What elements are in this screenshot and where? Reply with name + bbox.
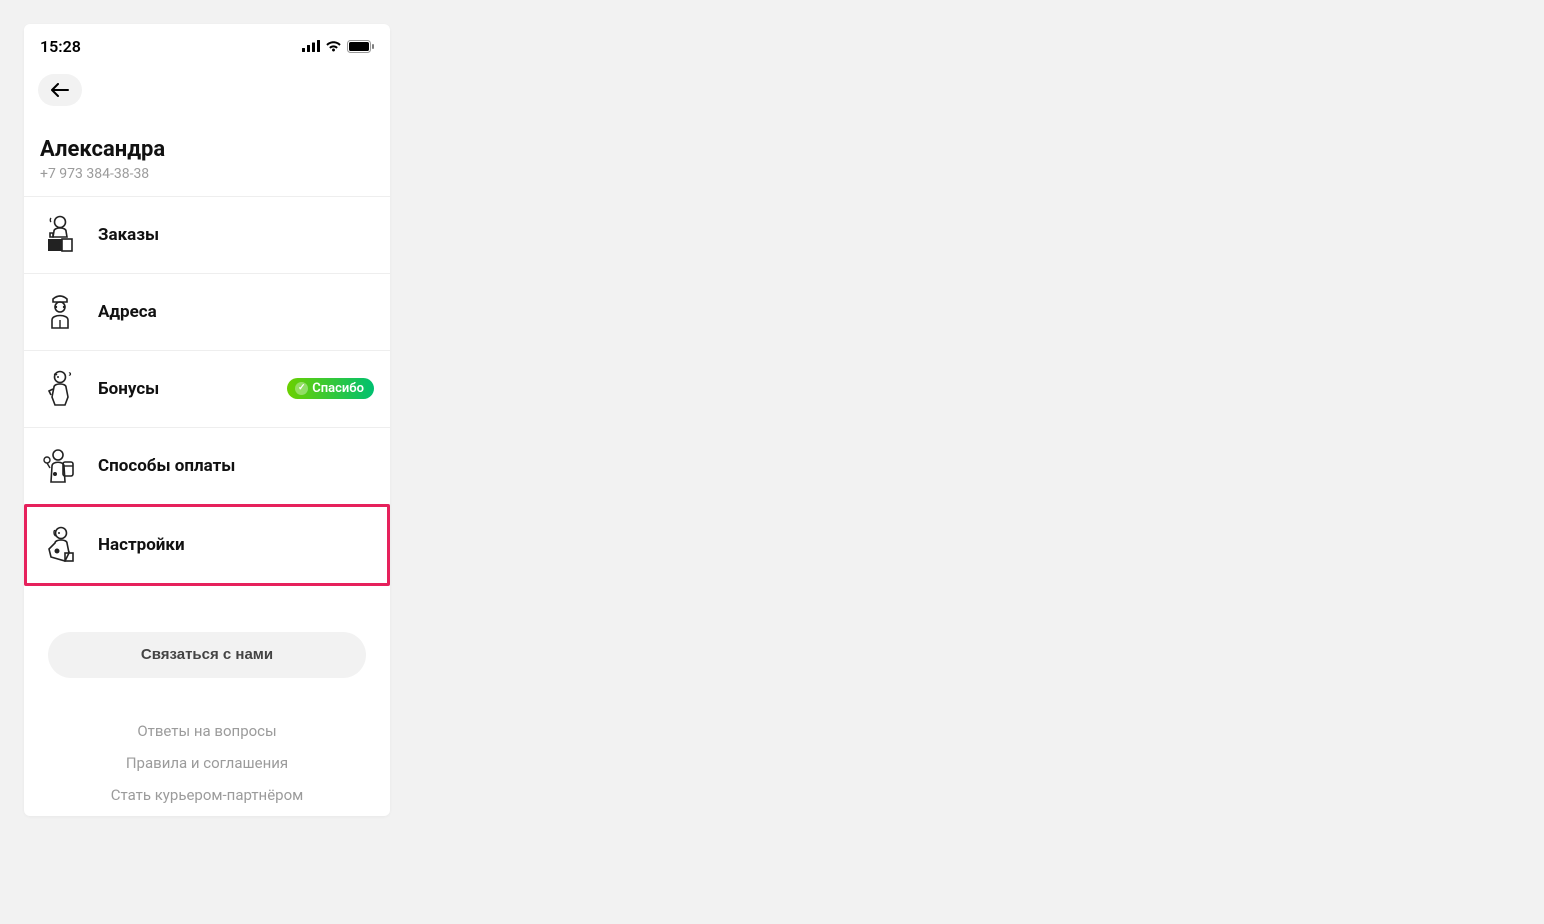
phone-frame: 15:28 Александра +7 973 384-38-38 [24, 24, 390, 816]
cellular-signal-icon [302, 40, 320, 52]
status-bar: 15:28 [24, 24, 390, 68]
profile-name: Александра [40, 136, 374, 164]
actions: Связаться с нами [24, 632, 390, 678]
menu: Заказы Адреса [24, 197, 390, 586]
menu-item-label: Бонусы [98, 379, 269, 399]
menu-item-label: Настройки [98, 535, 374, 555]
orders-icon [40, 213, 80, 257]
profile-section: Александра +7 973 384-38-38 [24, 106, 390, 197]
wifi-icon [325, 40, 342, 52]
link-become-courier[interactable]: Стать курьером-партнёром [111, 786, 304, 804]
status-icons [302, 40, 374, 53]
battery-icon [347, 40, 374, 53]
arrow-left-icon [51, 83, 69, 97]
menu-item-label: Адреса [98, 302, 374, 322]
menu-item-addresses[interactable]: Адреса [24, 274, 390, 351]
menu-item-orders[interactable]: Заказы [24, 197, 390, 274]
bonuses-icon [40, 367, 80, 411]
addresses-icon [40, 290, 80, 334]
profile-phone: +7 973 384-38-38 [40, 166, 374, 182]
footer-links: Ответы на вопросы Правила и соглашения С… [24, 722, 390, 804]
menu-item-label: Заказы [98, 225, 374, 245]
bonus-badge: ✓ Спасибо [287, 378, 374, 399]
payment-methods-icon [40, 444, 80, 488]
status-time: 15:28 [40, 37, 81, 56]
link-faq[interactable]: Ответы на вопросы [137, 722, 276, 740]
menu-item-settings[interactable]: Настройки [24, 504, 390, 586]
badge-label: Спасибо [312, 381, 364, 396]
contact-us-button[interactable]: Связаться с нами [48, 632, 366, 678]
menu-item-bonuses[interactable]: Бонусы ✓ Спасибо [24, 351, 390, 428]
settings-icon [40, 523, 80, 567]
check-icon: ✓ [295, 382, 308, 395]
menu-item-label: Способы оплаты [98, 456, 374, 476]
back-button[interactable] [38, 74, 82, 106]
link-rules[interactable]: Правила и соглашения [126, 754, 288, 772]
menu-item-payment-methods[interactable]: Способы оплаты [24, 428, 390, 505]
header [24, 68, 390, 106]
